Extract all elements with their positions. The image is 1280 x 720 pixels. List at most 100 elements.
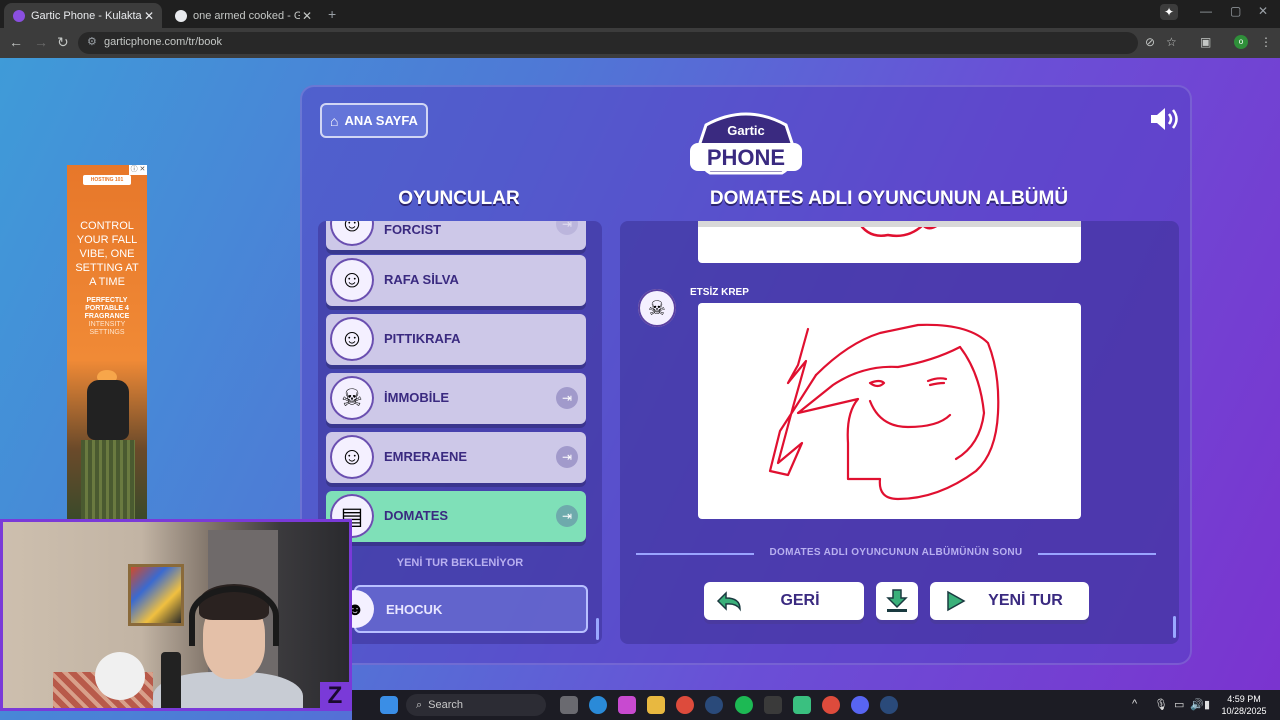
webcam-overlay: Z bbox=[0, 519, 352, 711]
menu-dots-icon[interactable]: ⋮ bbox=[1260, 35, 1272, 49]
ad-product-stand bbox=[81, 440, 135, 520]
ad-product-image bbox=[87, 380, 129, 440]
minimize-icon[interactable]: — bbox=[1200, 4, 1212, 18]
download-icon bbox=[886, 589, 908, 612]
players-heading: OYUNCULAR bbox=[398, 188, 520, 209]
microphone-icon bbox=[161, 652, 181, 708]
ad-subline-secondary: INTENSITY SETTINGS bbox=[88, 321, 126, 336]
address-bar[interactable]: ⚙ garticphone.com/tr/book bbox=[78, 32, 1138, 54]
back-arrow-icon bbox=[712, 587, 746, 615]
app-green-icon[interactable] bbox=[793, 696, 811, 714]
taskbar: ⌕ Search ^ 🎙 ▭ 🔊 ▮ 4:59 PM 10/28/2025 bbox=[352, 690, 1280, 720]
home-icon: ⌂ bbox=[330, 112, 339, 129]
player-name: PITTIKRAFA bbox=[384, 331, 461, 346]
tab-strip: Gartic Phone - Kulaktan Kulağa ✕ one arm… bbox=[0, 0, 1280, 28]
volume-icon[interactable]: 🔊 bbox=[1190, 698, 1204, 711]
webcam-painting bbox=[128, 564, 184, 626]
album-scrollbar[interactable] bbox=[1173, 616, 1176, 638]
side-advertisement[interactable]: HOSTING 101 ⓘ ✕ CONTROL YOUR FALL VIBE, … bbox=[67, 165, 147, 520]
album-end-divider: DOMATES ADLI OYUNCUNUN ALBÜMÜNÜN SONU bbox=[636, 547, 1156, 561]
browser-toolbar: ← → ↻ ⚙ garticphone.com/tr/book ⊘ ☆ ▣ ⋮ bbox=[0, 28, 1280, 58]
back-arrow-icon[interactable]: ← bbox=[9, 34, 23, 50]
new-round-button[interactable]: YENİ TUR bbox=[930, 582, 1089, 620]
app-icon[interactable] bbox=[764, 696, 782, 714]
speaker-volume-icon[interactable] bbox=[1148, 105, 1182, 133]
kick-player-icon[interactable]: ⇥ bbox=[556, 446, 578, 468]
file-explorer-icon[interactable] bbox=[647, 696, 665, 714]
divider-line-right bbox=[1038, 553, 1156, 555]
chrome-profile-icon[interactable] bbox=[822, 696, 840, 714]
players-list[interactable]: ☺ FORCIST ⇥ ☺ RAFA SİLVA ☺ PITTIKRAFA ☠ … bbox=[318, 221, 602, 644]
close-window-icon[interactable]: ✕ bbox=[1258, 4, 1268, 18]
back-button[interactable]: GERİ bbox=[704, 582, 864, 620]
steam-icon[interactable] bbox=[705, 696, 723, 714]
bookmark-star-icon[interactable]: ☆ bbox=[1166, 35, 1177, 49]
taskbar-search-label: Search bbox=[428, 699, 464, 711]
player-item-selected[interactable]: ▤ DOMATES ⇥ bbox=[326, 491, 586, 542]
sparkle-icon[interactable]: ✦ bbox=[1160, 4, 1179, 20]
kick-player-icon[interactable]: ⇥ bbox=[556, 387, 578, 409]
player-avatar: ☠ bbox=[330, 376, 374, 420]
player-item[interactable]: ☺ FORCIST ⇥ bbox=[326, 221, 586, 250]
eye-off-icon[interactable]: ⊘ bbox=[1145, 35, 1155, 49]
new-round-button-label: YENİ TUR bbox=[988, 592, 1063, 609]
taskbar-clock[interactable]: 4:59 PM 10/28/2025 bbox=[1214, 693, 1274, 717]
reload-icon[interactable]: ↻ bbox=[57, 34, 69, 51]
forward-arrow-icon[interactable]: → bbox=[34, 34, 48, 50]
kick-player-icon[interactable]: ⇥ bbox=[556, 221, 578, 235]
gartic-phone-logo: Gartic PHONE bbox=[690, 112, 802, 175]
close-tab-icon[interactable]: ✕ bbox=[300, 9, 314, 23]
windows-start-icon[interactable] bbox=[380, 696, 398, 714]
tray-chevron-icon[interactable]: ^ bbox=[1132, 698, 1137, 710]
home-button[interactable]: ⌂ ANA SAYFA bbox=[320, 103, 428, 138]
taskbar-search[interactable]: ⌕ Search bbox=[406, 694, 546, 716]
player-name: İMMOBİLE bbox=[384, 390, 449, 405]
copilot-icon[interactable] bbox=[618, 696, 636, 714]
album-panel[interactable]: ☠ ETSİZ KREP DOMATES ADLI OYUNCUNUN ALBÜ… bbox=[620, 221, 1179, 644]
discord-icon[interactable] bbox=[851, 696, 869, 714]
network-icon[interactable]: ▭ bbox=[1174, 698, 1184, 711]
steam-secondary-icon[interactable] bbox=[880, 696, 898, 714]
close-tab-icon[interactable]: ✕ bbox=[142, 9, 156, 23]
logo-top-text: Gartic bbox=[727, 123, 765, 138]
profile-avatar[interactable]: o bbox=[1234, 35, 1248, 49]
player-item[interactable]: ☺ RAFA SİLVA bbox=[326, 255, 586, 306]
tab-gartic[interactable]: Gartic Phone - Kulaktan Kulağa ✕ bbox=[4, 3, 162, 28]
author-avatar: ☠ bbox=[638, 289, 676, 327]
play-icon bbox=[938, 587, 972, 615]
player-item[interactable]: ☺ EMRERAENE ⇥ bbox=[326, 432, 586, 483]
download-button[interactable] bbox=[876, 582, 918, 620]
maximize-icon[interactable]: ▢ bbox=[1230, 4, 1241, 18]
clock-date: 10/28/2025 bbox=[1221, 706, 1267, 716]
previous-drawing bbox=[698, 221, 1081, 238]
waiting-label: YENİ TUR BEKLENİYOR bbox=[396, 557, 524, 569]
waiting-player-item[interactable]: ☻ EHOCUK bbox=[336, 585, 588, 633]
chrome-icon[interactable] bbox=[676, 696, 694, 714]
spotify-icon[interactable] bbox=[735, 696, 753, 714]
site-info-icon[interactable]: ⚙ bbox=[87, 35, 97, 48]
player-name: RAFA SİLVA bbox=[384, 272, 459, 287]
kick-player-icon[interactable]: ⇥ bbox=[556, 505, 578, 527]
ad-subline: PERFECTLY PORTABLE 4 FRAGRANCE INTENSITY… bbox=[71, 297, 143, 337]
tab-search-icon[interactable]: ▣ bbox=[1200, 35, 1211, 49]
ad-brand: HOSTING 101 bbox=[83, 175, 131, 185]
ad-choices-icon[interactable]: ⓘ ✕ bbox=[129, 165, 147, 175]
player-item[interactable]: ☺ PITTIKRAFA bbox=[326, 314, 586, 365]
drawing-canvas bbox=[768, 323, 1000, 501]
task-view-icon[interactable] bbox=[560, 696, 578, 714]
player-item[interactable]: ☠ İMMOBİLE ⇥ bbox=[326, 373, 586, 424]
player-avatar: ☺ bbox=[330, 258, 374, 302]
ad-headline: CONTROL YOUR FALL VIBE, ONE SETTING AT A… bbox=[75, 220, 139, 288]
gartic-favicon-icon bbox=[13, 9, 25, 22]
player-name: FORCIST bbox=[384, 222, 442, 237]
battery-icon[interactable]: ▮ bbox=[1204, 698, 1210, 711]
back-button-label: GERİ bbox=[780, 592, 820, 609]
players-scrollbar[interactable] bbox=[596, 618, 599, 640]
search-icon: ⌕ bbox=[416, 698, 423, 711]
ad-subline-main: PERFECTLY PORTABLE 4 FRAGRANCE bbox=[84, 297, 130, 320]
logo-bottom-text: PHONE bbox=[707, 145, 785, 170]
edge-icon[interactable] bbox=[589, 696, 607, 714]
new-tab-icon[interactable]: + bbox=[328, 6, 336, 22]
tab-google[interactable]: one armed cooked - Google'da ✕ bbox=[166, 3, 320, 28]
tray-mic-icon[interactable]: 🎙 bbox=[1154, 698, 1168, 711]
